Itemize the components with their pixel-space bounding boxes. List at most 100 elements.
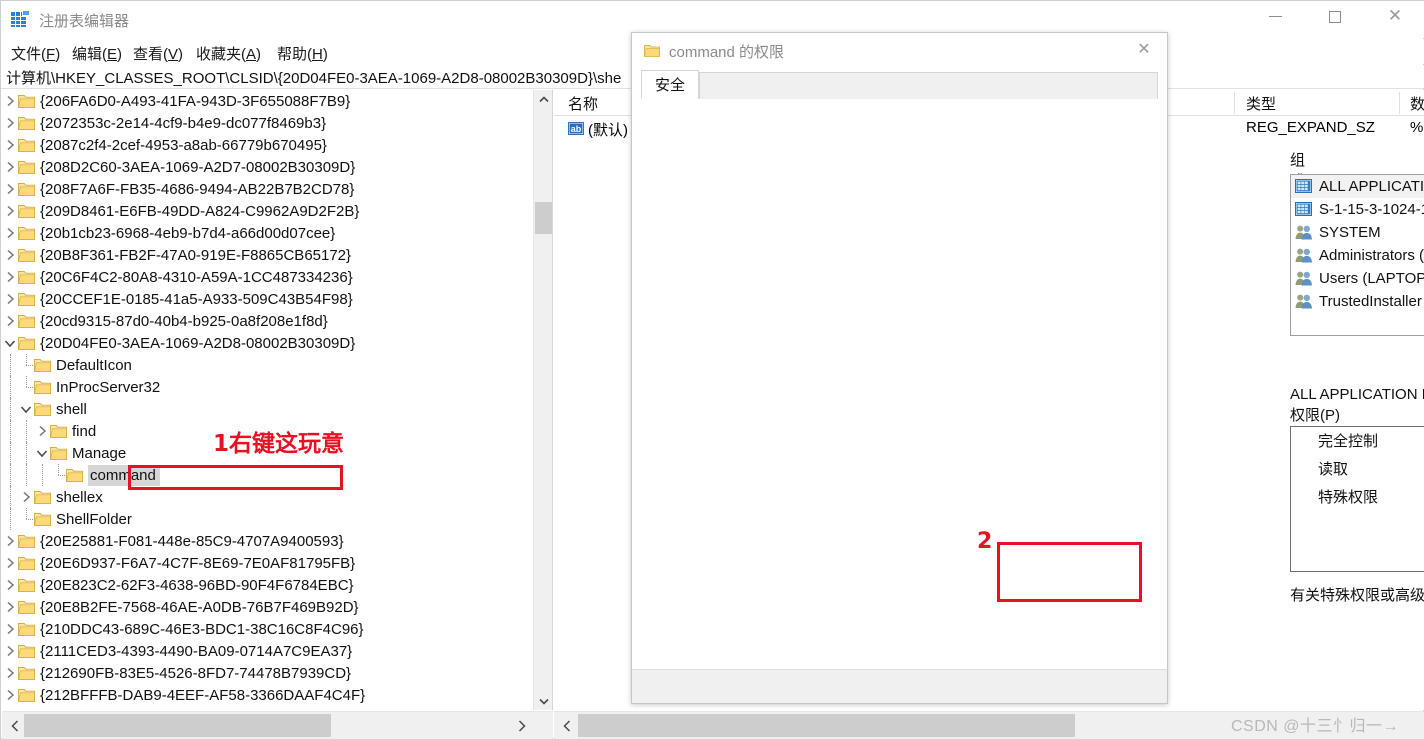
menu-favorites[interactable]: 收藏夹(A) xyxy=(192,42,265,65)
column-header-name[interactable]: 名称 xyxy=(568,93,598,114)
tree-item-2087c2f42cef4953a8ab6677[interactable]: {2087c2f4-2cef-4953-a8ab-66779b670495} xyxy=(2,134,533,156)
registry-tree-pane[interactable]: {206FA6D0-A493-41FA-943D-3F655088F7B9} {2… xyxy=(2,90,553,710)
chevron-right-icon[interactable] xyxy=(2,662,18,684)
column-divider-1[interactable] xyxy=(1234,92,1235,114)
tree-item-20e25881f081448e85c94707[interactable]: {20E25881-F081-448e-85C9-4707A9400593} xyxy=(2,530,533,552)
tree-item-212690fb83e545268fd77447[interactable]: {212690FB-83E5-4526-8FD7-74478B7939CD} xyxy=(2,662,533,684)
tree-item-20cd931587d040b4b9250a8f[interactable]: {20cd9315-87d0-40b4-b925-0a8f208e1f8d} xyxy=(2,310,533,332)
tree-item-20b8f361fb2f47a0919ef886[interactable]: {20B8F361-FB2F-47A0-919E-F8865CB65172} xyxy=(2,244,533,266)
group-list-item-label: SYSTEM xyxy=(1319,224,1381,241)
tree-vertical-scrollbar[interactable] xyxy=(533,90,552,710)
dialog-close-button[interactable]: ✕ xyxy=(1121,33,1167,64)
column-divider-2[interactable] xyxy=(1399,92,1400,114)
tree-item-defaulticon[interactable]: DefaultIcon xyxy=(2,354,533,376)
tree-item-shellex[interactable]: shellex xyxy=(2,486,533,508)
chevron-right-icon[interactable] xyxy=(2,266,18,288)
menu-help[interactable]: 帮助(H) xyxy=(273,42,332,65)
chevron-right-icon[interactable] xyxy=(2,684,18,706)
chevron-right-icon[interactable] xyxy=(2,574,18,596)
chevron-down-icon[interactable] xyxy=(18,398,34,420)
tree-item-20d04fe03aea1069a2d80800[interactable]: {20D04FE0-3AEA-1069-A2D8-08002B30309D} xyxy=(2,332,533,354)
chevron-right-icon[interactable] xyxy=(2,596,18,618)
tree-item-208d2c603aea1069a2d70800[interactable]: {208D2C60-3AEA-1069-A2D7-08002B30309D} xyxy=(2,156,533,178)
tree-item-shellfolder[interactable]: ShellFolder xyxy=(2,508,533,530)
chevron-right-icon[interactable] xyxy=(2,178,18,200)
tree-item-shell[interactable]: shell xyxy=(2,398,533,420)
permissions-list[interactable]: 完全控制 读取 特殊权限 xyxy=(1290,426,1424,572)
tree-item-20ccef1e018541a5a933509c[interactable]: {20CCEF1E-0185-41a5-A933-509C43B54F98} xyxy=(2,288,533,310)
scroll-right-icon[interactable] xyxy=(511,712,533,739)
group-list-item-label: Users (LAPTOP-PKABKUCA\Users) xyxy=(1319,270,1424,287)
folder-icon xyxy=(18,160,35,175)
tree-leaf-guide xyxy=(18,354,34,376)
chevron-right-icon[interactable] xyxy=(18,486,34,508)
group-list-item[interactable]: Users (LAPTOP-PKABKUCA\Users) xyxy=(1291,267,1424,290)
tree-horizontal-scrollbar[interactable] xyxy=(2,711,553,739)
column-header-data[interactable]: 数据 xyxy=(1410,93,1424,114)
tree-item-label: {20C6F4C2-80A8-4310-A59A-1CC487334236} xyxy=(40,268,353,286)
users-group-icon xyxy=(1295,224,1313,241)
minimize-button[interactable] xyxy=(1252,1,1298,32)
chevron-right-icon[interactable] xyxy=(2,222,18,244)
tree-scroll-thumb[interactable] xyxy=(535,202,552,234)
chevron-right-icon[interactable] xyxy=(34,420,50,442)
tree-item-20b1cb2369684eb9b7d4a66d[interactable]: {20b1cb23-6968-4eb9-b7d4-a66d00d07cee} xyxy=(2,222,533,244)
tree-item-2111ced343934490ba090714[interactable]: {2111CED3-4393-4490-BA09-0714A7C9EA37} xyxy=(2,640,533,662)
menu-view[interactable]: 查看(V) xyxy=(129,42,187,65)
chevron-right-icon[interactable] xyxy=(2,156,18,178)
tree-indent-guide xyxy=(18,464,34,486)
chevron-right-icon[interactable] xyxy=(2,618,18,640)
group-or-user-list[interactable]: ALL APPLICATION PACKAGES S-1-15-3-1024-10… xyxy=(1290,174,1424,336)
tree-item-20e8b2fe756846aea0db76b7[interactable]: {20E8B2FE-7568-46AE-A0DB-76B7F469B92D} xyxy=(2,596,533,618)
chevron-right-icon[interactable] xyxy=(2,112,18,134)
chevron-right-icon[interactable] xyxy=(2,90,18,112)
permission-name: 读取 xyxy=(1318,461,1349,478)
close-button[interactable]: ✕ xyxy=(1372,1,1418,32)
value-scroll-left-icon[interactable] xyxy=(556,712,578,739)
tab-security[interactable]: 安全 xyxy=(641,70,699,99)
tree-item-20e6d937f6a74c7f8e697e0a[interactable]: {20E6D937-F6A7-4C7F-8E69-7E0AF81795FB} xyxy=(2,552,533,574)
value-hscroll-thumb[interactable] xyxy=(578,714,1075,737)
chevron-right-icon[interactable] xyxy=(2,530,18,552)
advanced-hint-text: 有关特殊权限或高级设置，请单击“高级”。 xyxy=(1290,587,1424,604)
group-list-item[interactable]: SYSTEM xyxy=(1291,221,1424,244)
tree-item-20c6f4c280a84310a59a1cc4[interactable]: {20C6F4C2-80A8-4310-A59A-1CC487334236} xyxy=(2,266,533,288)
tree-item-209d8461e6fb49dda824c996[interactable]: {209D8461-E6FB-49DD-A824-C9962A9D2F2B} xyxy=(2,200,533,222)
tree-item-208f7a6ffb3546869494ab22[interactable]: {208F7A6F-FB35-4686-9494-AB22B7B2CD78} xyxy=(2,178,533,200)
column-header-type[interactable]: 类型 xyxy=(1246,93,1276,114)
chevron-down-icon[interactable] xyxy=(2,332,18,354)
tree-item-label: {20E25881-F081-448e-85C9-4707A9400593} xyxy=(40,532,344,550)
chevron-right-icon[interactable] xyxy=(2,310,18,332)
tree-item-210ddc43689c46e3bdc138c1[interactable]: {210DDC43-689C-46E3-BDC1-38C16C8F4C96} xyxy=(2,618,533,640)
group-list-item[interactable]: Administrators (LAPTOP-PKABKUCA\Administ… xyxy=(1291,244,1424,267)
tree-item-212bfffbdab94eefaf583366[interactable]: {212BFFFB-DAB9-4EEF-AF58-3366DAAF4C4F} xyxy=(2,684,533,706)
chevron-right-icon[interactable] xyxy=(2,134,18,156)
scroll-down-icon[interactable] xyxy=(534,692,553,710)
menu-edit[interactable]: 编辑(E) xyxy=(68,42,126,65)
registry-icon xyxy=(11,10,30,29)
close-icon: ✕ xyxy=(1137,39,1151,58)
chevron-right-icon[interactable] xyxy=(2,288,18,310)
tree-item-label: command xyxy=(88,464,160,486)
tree-item-inprocserver32[interactable]: InProcServer32 xyxy=(2,376,533,398)
group-list-item[interactable]: TrustedInstaller xyxy=(1291,290,1424,313)
chevron-right-icon[interactable] xyxy=(2,244,18,266)
tree-hscroll-thumb[interactable] xyxy=(24,714,331,737)
maximize-button[interactable] xyxy=(1312,1,1358,32)
tree-item-command[interactable]: command xyxy=(2,464,533,486)
chevron-down-icon[interactable] xyxy=(34,442,50,464)
scroll-up-icon[interactable] xyxy=(534,90,553,108)
folder-icon xyxy=(18,94,35,109)
tree-item-label: {2072353c-2e14-4cf9-b4e9-dc077f8469b3} xyxy=(40,114,327,132)
scroll-left-icon[interactable] xyxy=(4,712,26,739)
tree-item-2072353c2e144cf9b4e9dc07[interactable]: {2072353c-2e14-4cf9-b4e9-dc077f8469b3} xyxy=(2,112,533,134)
chevron-right-icon[interactable] xyxy=(2,640,18,662)
group-list-item[interactable]: ALL APPLICATION PACKAGES xyxy=(1291,175,1424,198)
tree-item-206fa6d0a49341fa943d3f65[interactable]: {206FA6D0-A493-41FA-943D-3F655088F7B9} xyxy=(2,90,533,112)
menu-file[interactable]: 文件(F) xyxy=(7,42,64,65)
group-list-item[interactable]: S-1-15-3-1024-1065365936-1281604716-3511… xyxy=(1291,198,1424,221)
chevron-right-icon[interactable] xyxy=(2,552,18,574)
tree-item-20e823c262f3463896bd90f4[interactable]: {20E823C2-62F3-4638-96BD-90F4F6784EBC} xyxy=(2,574,533,596)
folder-icon xyxy=(34,512,51,527)
chevron-right-icon[interactable] xyxy=(2,200,18,222)
